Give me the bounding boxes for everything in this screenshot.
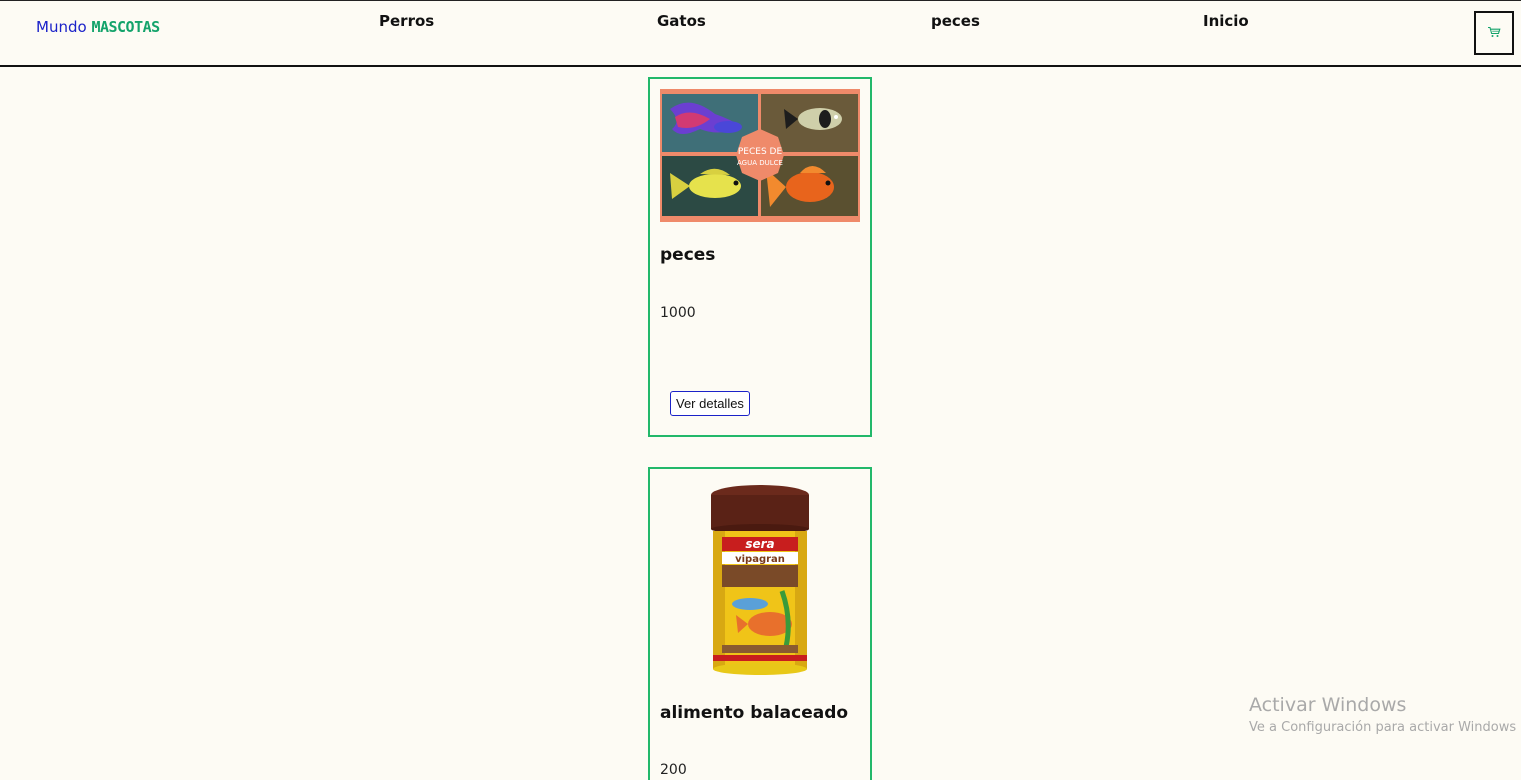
image-text-line1: PECES DE (738, 147, 783, 157)
nav-link-perros[interactable]: Perros (379, 12, 434, 30)
cart-button[interactable] (1474, 11, 1514, 55)
nav-link-inicio[interactable]: Inicio (1203, 12, 1249, 30)
product-card: PECES DE AGUA DULCE peces 1000 Ver detal… (648, 77, 872, 437)
product-title: peces (660, 245, 716, 265)
nav-link-gatos[interactable]: Gatos (657, 12, 706, 30)
navbar: Mundo MASCOTAS Perros Gatos peces Inicio (0, 0, 1521, 67)
product-price: 200 (660, 762, 687, 778)
product-card: sera vipagran alimento balaceado 200 (648, 467, 872, 780)
watermark-title: Activar Windows (1249, 694, 1407, 716)
image-product-text: vipagran (735, 554, 785, 565)
windows-activation-watermark: Activar Windows Ve a Configuración para … (1249, 694, 1516, 735)
product-price: 1000 (660, 305, 696, 321)
brand-part2: MASCOTAS (91, 18, 160, 36)
image-brand-text: sera (745, 537, 774, 551)
view-details-button[interactable]: Ver detalles (670, 391, 750, 416)
brand-logo[interactable]: Mundo MASCOTAS (36, 18, 160, 36)
product-title: alimento balaceado (660, 703, 849, 723)
nav-link-peces[interactable]: peces (931, 12, 980, 30)
cart-icon (1487, 26, 1501, 41)
fish-collage-image: PECES DE AGUA DULCE (660, 89, 860, 222)
brand-part1: Mundo (36, 18, 87, 36)
watermark-subtitle: Ve a Configuración para activar Windows (1249, 720, 1517, 735)
image-text-line2: AGUA DULCE (737, 159, 783, 167)
fish-food-can-image: sera vipagran (660, 479, 860, 679)
